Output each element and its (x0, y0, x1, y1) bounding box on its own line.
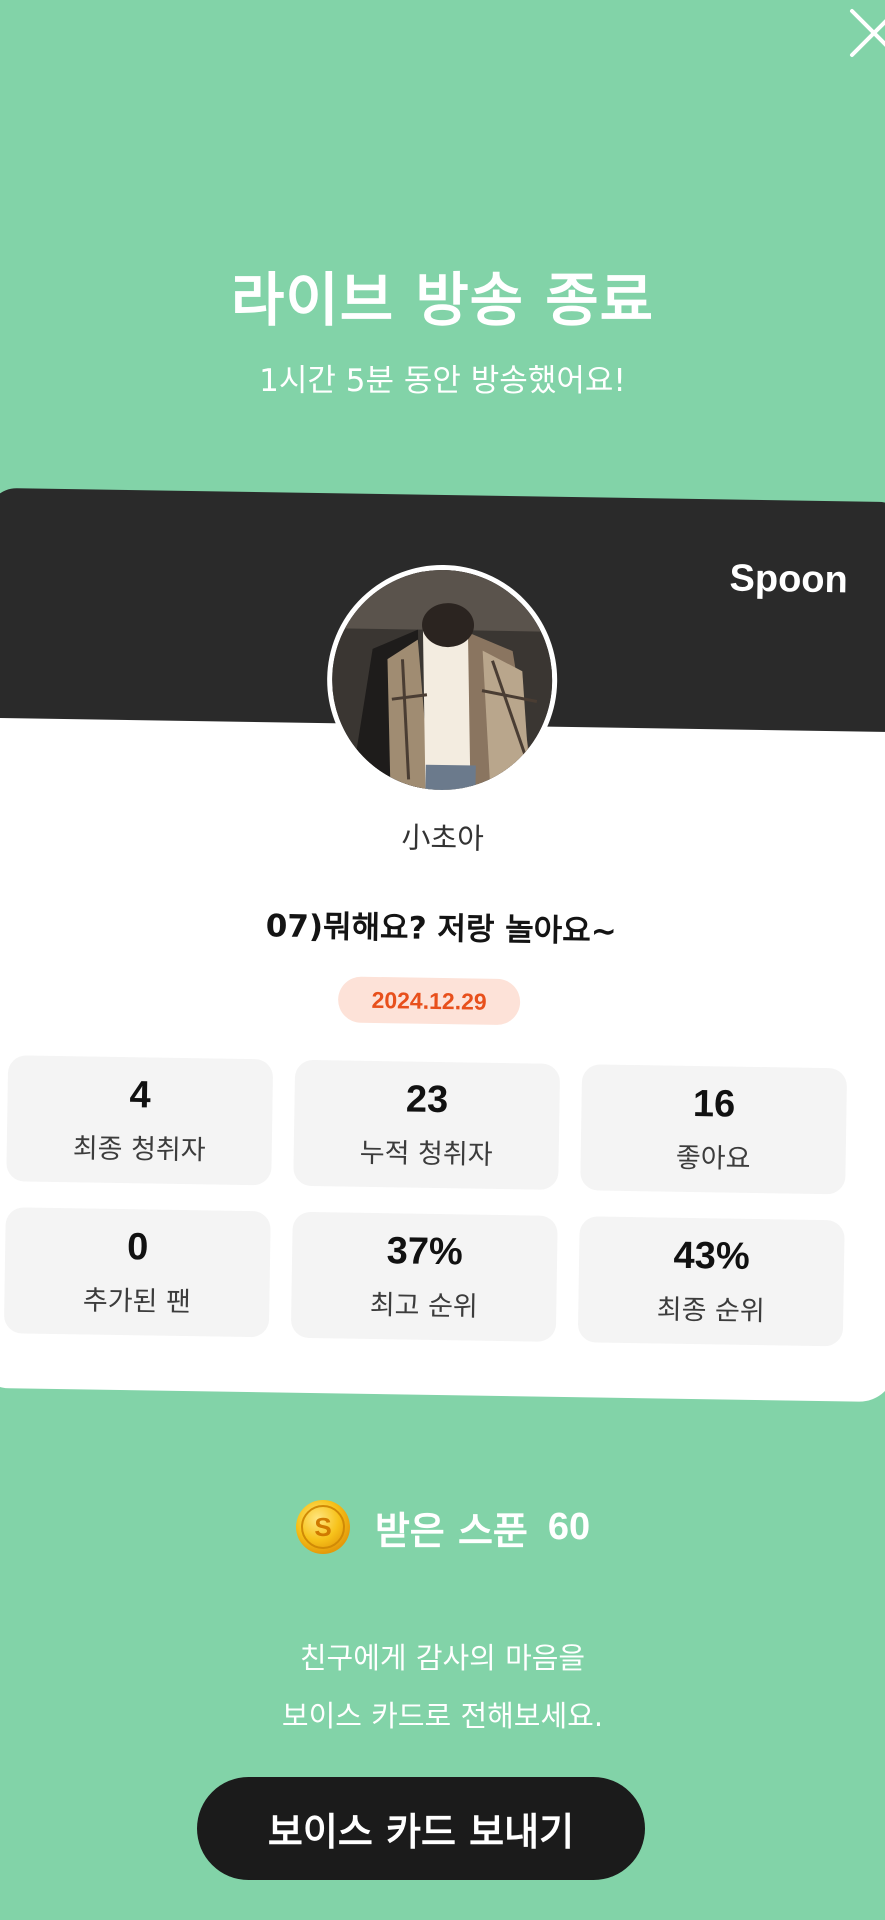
stat-label: 누적 청취자 (359, 1137, 493, 1171)
close-button[interactable] (849, 8, 885, 58)
spoon-logo: Spoon (729, 557, 849, 602)
stat-value: 37% (386, 1230, 464, 1274)
stat-label: 추가된 팬 (82, 1285, 192, 1319)
stat-final-listeners: 4 최종 청취자 (6, 1055, 274, 1186)
spoon-label: 받은 스푼 (374, 1508, 528, 1553)
spoon-count: 60 (547, 1505, 591, 1548)
stat-likes: 16 좋아요 (580, 1064, 848, 1195)
svg-text:S: S (314, 1512, 331, 1542)
stat-label: 최고 순위 (369, 1289, 479, 1323)
stats-grid: 4 최종 청취자 23 누적 청취자 16 좋아요 0 추가된 팬 37% 최고… (3, 1055, 870, 1347)
thanks-message-line-2: 보이스 카드로 전해보세요. (281, 1699, 604, 1733)
stat-final-rank: 43% 최종 순위 (577, 1216, 845, 1347)
broadcast-summary-card: Spoon 小초아 07)뭐해요? 저랑 놀아요~ 2024.12.29 4 최… (0, 487, 885, 1403)
page-title: 라이브 방송 종료 (231, 266, 654, 334)
spoon-coin-icon: S (295, 1500, 350, 1554)
stat-total-listeners: 23 누적 청취자 (293, 1059, 561, 1190)
stat-label: 좋아요 (675, 1142, 751, 1175)
stat-label: 최종 청취자 (72, 1133, 206, 1167)
stat-value: 43% (673, 1234, 751, 1278)
stat-value: 16 (692, 1082, 736, 1126)
broadcast-duration: 1시간 5분 동안 방송했어요! (259, 363, 626, 399)
stat-best-rank: 37% 최고 순위 (290, 1211, 558, 1342)
stat-label: 최종 순위 (656, 1294, 765, 1328)
stat-value: 0 (126, 1226, 149, 1269)
close-icon (850, 9, 885, 57)
stat-value: 4 (129, 1074, 151, 1117)
avatar-photo (330, 568, 554, 792)
received-spoons: S 받은 스푼 60 (0, 1497, 885, 1557)
stat-value: 23 (405, 1078, 449, 1122)
send-voice-card-button[interactable]: 보이스 카드 보내기 (197, 1777, 645, 1880)
date-badge: 2024.12.29 (337, 976, 521, 1026)
thanks-message-line-1: 친구에게 감사의 마음을 (299, 1641, 586, 1675)
stat-new-fans: 0 추가된 팬 (3, 1207, 271, 1338)
